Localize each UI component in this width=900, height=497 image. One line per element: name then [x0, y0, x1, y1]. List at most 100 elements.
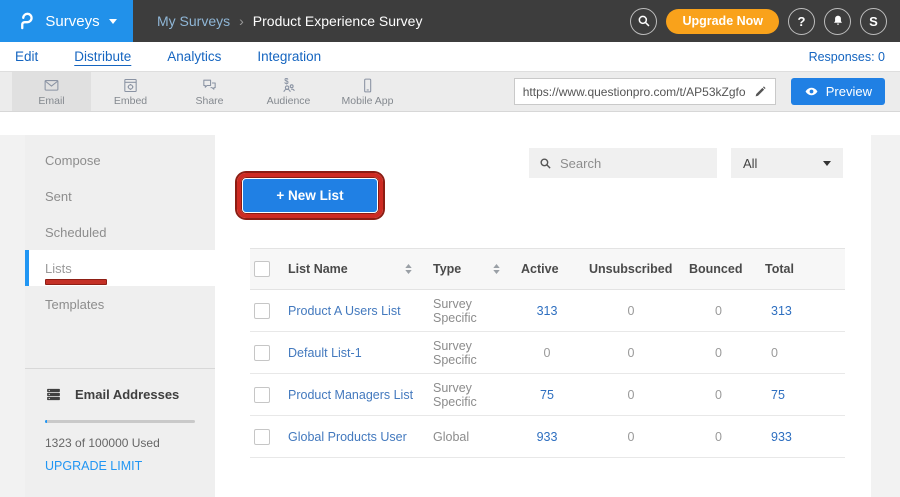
new-list-button[interactable]: + New List — [243, 179, 377, 212]
tab-distribute[interactable]: Distribute — [74, 49, 131, 64]
total-count[interactable]: 313 — [756, 304, 845, 318]
global-search-button[interactable] — [630, 8, 657, 35]
row-checkbox[interactable] — [254, 303, 270, 319]
active-count[interactable]: 75 — [513, 388, 581, 402]
toolbar-item-label: Email — [38, 95, 64, 107]
filter-value: All — [743, 156, 757, 171]
sidebar-item-sent[interactable]: Sent — [25, 178, 215, 214]
sidebar-item-templates[interactable]: Templates — [25, 286, 215, 322]
list-type: Survey Specific — [425, 381, 513, 409]
table-row: Global Products User Global 933 0 0 933 — [250, 416, 845, 458]
column-header-total: Total — [756, 262, 845, 276]
row-checkbox[interactable] — [254, 345, 270, 361]
audience-icon: $ — [280, 77, 297, 94]
total-count[interactable]: 75 — [756, 388, 845, 402]
sidebar-menu: Compose Sent Scheduled Lists Templates — [25, 135, 215, 322]
active-count[interactable]: 313 — [513, 304, 581, 318]
chevron-down-icon — [109, 19, 117, 24]
sidebar-item-compose[interactable]: Compose — [25, 142, 215, 178]
left-margin — [0, 135, 25, 497]
search-input[interactable] — [560, 156, 707, 171]
select-all-checkbox[interactable] — [254, 261, 270, 277]
tab-edit[interactable]: Edit — [15, 49, 38, 64]
bell-icon — [831, 14, 845, 28]
breadcrumb: My Surveys › Product Experience Survey — [157, 13, 422, 29]
unsubscribed-count: 0 — [581, 304, 681, 318]
preview-button[interactable]: Preview — [791, 78, 885, 105]
breadcrumb-my-surveys[interactable]: My Surveys — [157, 13, 230, 29]
surveys-product-menu[interactable]: Surveys — [0, 0, 133, 42]
questionpro-logo — [16, 11, 36, 31]
list-name-link[interactable]: Product A Users List — [280, 304, 425, 318]
preview-label: Preview — [826, 84, 872, 99]
list-name-link[interactable]: Default List-1 — [280, 346, 425, 360]
toolbar-item-label: Audience — [267, 95, 311, 107]
upgrade-limit-link[interactable]: UPGRADE LIMIT — [45, 459, 195, 473]
unsubscribed-count: 0 — [581, 430, 681, 444]
edit-url-button[interactable] — [754, 85, 767, 98]
total-count[interactable]: 933 — [756, 430, 845, 444]
list-name-link[interactable]: Global Products User — [280, 430, 425, 444]
notifications-button[interactable] — [824, 8, 851, 35]
survey-url-box — [514, 78, 776, 105]
help-icon: ? — [798, 14, 806, 29]
breadcrumb-separator: › — [239, 13, 244, 29]
upgrade-now-button[interactable]: Upgrade Now — [666, 9, 779, 34]
chevron-down-icon — [823, 161, 831, 166]
account-button[interactable]: S — [860, 8, 887, 35]
active-count: 0 — [513, 346, 581, 360]
annotation-highlight: + New List — [237, 173, 383, 218]
bounced-count: 0 — [681, 388, 756, 402]
active-count[interactable]: 933 — [513, 430, 581, 444]
tab-analytics[interactable]: Analytics — [167, 49, 221, 64]
email-sidebar: Compose Sent Scheduled Lists Templates E… — [25, 135, 215, 497]
table-row: Product A Users List Survey Specific 313… — [250, 290, 845, 332]
unsubscribed-count: 0 — [581, 346, 681, 360]
survey-nav: Edit Distribute Analytics Integration Re… — [0, 42, 900, 71]
responses-count: Responses: 0 — [809, 50, 885, 64]
column-header-list-name[interactable]: List Name — [280, 262, 425, 276]
row-checkbox[interactable] — [254, 429, 270, 445]
email-addresses-header: Email Addresses — [45, 386, 195, 403]
column-header-unsubscribed: Unsubscribed — [581, 262, 681, 276]
row-checkbox[interactable] — [254, 387, 270, 403]
list-name-link[interactable]: Product Managers List — [280, 388, 425, 402]
lists-panel: All + New List List Name — [215, 135, 871, 497]
search-box — [529, 148, 717, 178]
unsubscribed-count: 0 — [581, 388, 681, 402]
right-margin — [871, 135, 900, 497]
tab-integration[interactable]: Integration — [257, 49, 321, 64]
distribute-toolbar: Email Embed Share $ Audience — [0, 71, 900, 112]
help-button[interactable]: ? — [788, 8, 815, 35]
table-row: Product Managers List Survey Specific 75… — [250, 374, 845, 416]
bounced-count: 0 — [681, 304, 756, 318]
filter-dropdown[interactable]: All — [731, 148, 843, 178]
survey-url-input[interactable] — [523, 85, 754, 99]
svg-text:$: $ — [284, 77, 289, 86]
sidebar-item-lists[interactable]: Lists — [25, 250, 215, 286]
usage-progress-fill — [45, 420, 47, 423]
pencil-icon — [754, 85, 767, 98]
total-count: 0 — [756, 346, 845, 360]
list-type: Global — [425, 430, 513, 444]
sort-icon[interactable] — [405, 264, 412, 274]
usage-text: 1323 of 100000 Used — [45, 436, 195, 450]
app-window: Surveys My Surveys › Product Experience … — [0, 0, 900, 497]
column-header-type[interactable]: Type — [425, 262, 513, 276]
list-type: Survey Specific — [425, 339, 513, 367]
search-icon — [637, 14, 651, 28]
toolbar-item-audience[interactable]: $ Audience — [249, 72, 328, 111]
column-header-active: Active — [513, 262, 581, 276]
table-row: Default List-1 Survey Specific 0 0 0 0 — [250, 332, 845, 374]
toolbar-item-label: Embed — [114, 95, 147, 107]
sidebar-item-scheduled[interactable]: Scheduled — [25, 214, 215, 250]
surveys-menu-label: Surveys — [45, 13, 99, 30]
toolbar-item-email[interactable]: Email — [12, 72, 91, 111]
annotation-underline — [45, 279, 107, 285]
toolbar-item-share[interactable]: Share — [170, 72, 249, 111]
toolbar-item-label: Share — [195, 95, 223, 107]
toolbar-item-embed[interactable]: Embed — [91, 72, 170, 111]
sort-icon[interactable] — [493, 264, 500, 274]
toolbar-item-mobile-app[interactable]: Mobile App — [328, 72, 407, 111]
embed-icon — [122, 77, 139, 94]
